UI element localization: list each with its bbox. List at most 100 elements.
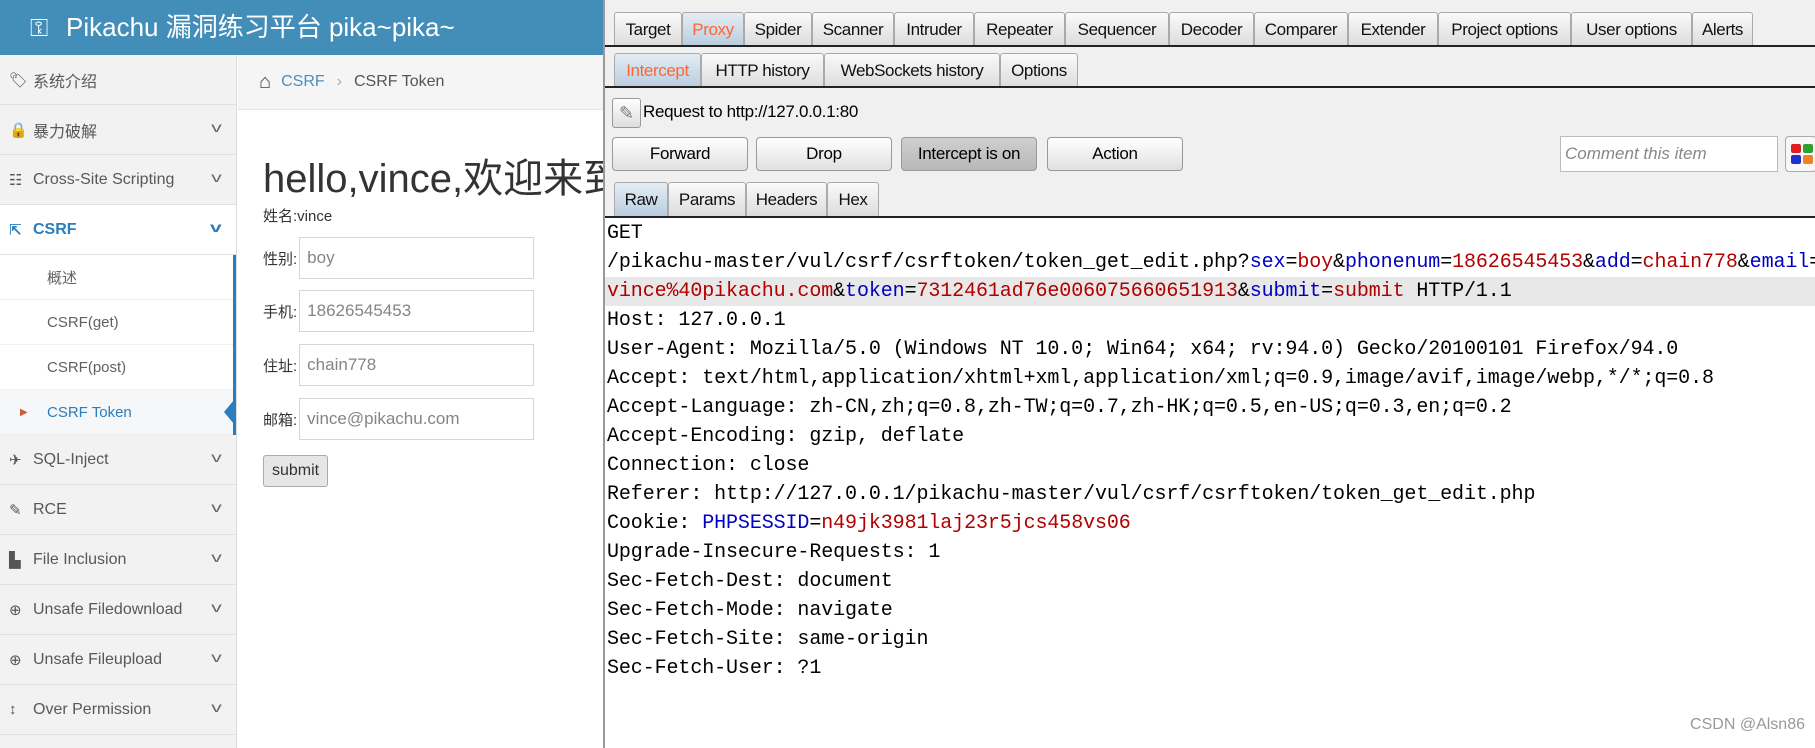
param-value: submit	[1333, 280, 1405, 303]
file-icon: ▙	[9, 551, 21, 569]
home-icon[interactable]: ⌂	[259, 71, 271, 94]
submit-button[interactable]: submit	[263, 455, 328, 487]
request-text: =	[1321, 280, 1334, 303]
sidebar-item-label: SQL-Inject	[33, 450, 109, 468]
email-label: 邮箱:	[263, 411, 298, 429]
submenu-item-csrf-token[interactable]: ▶ CSRF Token	[0, 390, 234, 435]
proxy-subtabs: Intercept HTTP history WebSockets history O…	[614, 53, 1078, 87]
color-blue-icon	[1791, 155, 1801, 164]
tab-intercept[interactable]: Intercept	[614, 53, 701, 87]
request-line: GET	[605, 219, 1815, 248]
list-icon: ☷	[9, 171, 23, 189]
divider	[605, 216, 1815, 218]
request-line: vince%40pikachu.com&token=7312461ad76e00…	[605, 277, 1815, 306]
param-value: 18626545453	[1452, 251, 1584, 274]
tab-options[interactable]: Options	[1000, 53, 1078, 87]
param-name: token	[845, 280, 905, 303]
request-text: &	[833, 280, 846, 303]
sidebar-item-rce[interactable]: ✎ RCE v	[0, 485, 236, 535]
tab-hex[interactable]: Hex	[827, 182, 879, 216]
name-label: 姓名:vince	[263, 208, 333, 225]
submenu-label: CSRF(get)	[47, 313, 119, 331]
tab-http-history[interactable]: HTTP history	[701, 53, 824, 87]
highlight-color-button[interactable]	[1785, 136, 1815, 172]
intercept-toggle-button[interactable]: Intercept is on	[901, 137, 1037, 171]
param-name: add	[1594, 251, 1631, 274]
tab-proxy[interactable]: Proxy	[682, 12, 744, 46]
submenu-label: CSRF(post)	[47, 358, 127, 376]
sidebar-item-csrf[interactable]: ⇱ CSRF v	[0, 205, 236, 255]
message-view-tabs: Raw Params Headers Hex	[614, 182, 879, 216]
address-input[interactable]: chain778	[299, 344, 535, 386]
action-button[interactable]: Action	[1047, 137, 1183, 171]
tab-target[interactable]: Target	[614, 12, 682, 46]
drop-button[interactable]: Drop	[756, 137, 892, 171]
submenu-item-[interactable]: 概述	[0, 255, 233, 300]
request-text: GET	[607, 222, 643, 245]
color-orange-icon	[1803, 155, 1813, 164]
phone-input[interactable]: 18626545453	[299, 290, 535, 332]
request-text: &	[1237, 280, 1250, 303]
tab-websockets-history[interactable]: WebSockets history	[824, 53, 1000, 87]
raw-request-editor[interactable]: GET/pikachu-master/vul/csrf/csrftoken/to…	[605, 219, 1815, 748]
param-value: vince%40pikachu.com	[607, 280, 834, 303]
sidebar-item-cross-site-scripting[interactable]: ☷ Cross-Site Scripting v	[0, 155, 236, 205]
submenu-item-csrf-get[interactable]: CSRF(get)	[0, 300, 233, 345]
sidebar-item-over-permission[interactable]: ↕ Over Permission v	[0, 685, 236, 735]
tab-params[interactable]: Params	[668, 182, 746, 216]
tab-decoder[interactable]: Decoder	[1169, 12, 1254, 46]
tab-project-options[interactable]: Project options	[1438, 12, 1571, 46]
tab-user-options[interactable]: User options	[1571, 12, 1692, 46]
pencil-icon: ✎	[9, 501, 22, 519]
request-text: Accept-Encoding: gzip, deflate	[607, 425, 965, 448]
sidebar-item-unsafe-fileupload[interactable]: ⊕ Unsafe Fileupload v	[0, 635, 236, 685]
app-header: ⚿ Pikachu 漏洞练习平台 pika~pika~	[0, 0, 603, 55]
request-line: Host: 127.0.0.1	[605, 306, 1815, 335]
address-row: 住址: chain778	[263, 344, 535, 386]
sidebar-item-item-1[interactable]: 🔒 暴力破解 v	[0, 105, 236, 155]
upload-icon: ⊕	[9, 651, 22, 669]
request-text: &	[1737, 251, 1750, 274]
tab-spider[interactable]: Spider	[744, 12, 812, 46]
request-text: Host: 127.0.0.1	[607, 309, 786, 332]
tab-comparer[interactable]: Comparer	[1254, 12, 1348, 46]
request-text: Referer: http://127.0.0.1/pikachu-master…	[607, 483, 1536, 506]
request-text: =	[1809, 251, 1815, 274]
request-text: Sec-Fetch-Dest: document	[607, 570, 893, 593]
tab-alerts[interactable]: Alerts	[1692, 12, 1753, 46]
request-line: Cookie: PHPSESSID=n49jk3981laj23r5jcs458…	[605, 509, 1815, 538]
tab-repeater[interactable]: Repeater	[974, 12, 1065, 46]
sex-label: 性别:	[263, 250, 298, 268]
param-name: PHPSESSID	[702, 512, 810, 535]
request-text: Accept: text/html,application/xhtml+xml,…	[607, 367, 1714, 390]
sidebar-item-sql-inject[interactable]: ✈ SQL-Inject v	[0, 435, 236, 485]
breadcrumb-current: CSRF Token	[353, 73, 445, 90]
tab-sequencer[interactable]: Sequencer	[1065, 12, 1169, 46]
sidebar-item-file-inclusion[interactable]: ▙ File Inclusion v	[0, 535, 236, 585]
tab-headers[interactable]: Headers	[746, 182, 827, 216]
breadcrumb-link-csrf[interactable]: CSRF	[281, 73, 325, 91]
sidebar-item-unsafe-filedownload[interactable]: ⊕ Unsafe Filedownload v	[0, 585, 236, 635]
request-line: Sec-Fetch-Site: same-origin	[605, 625, 1815, 654]
chevron-down-icon: v	[210, 219, 222, 235]
phone-row: 手机: 18626545453	[263, 290, 535, 332]
tab-intruder[interactable]: Intruder	[894, 12, 974, 46]
submenu-item-csrf-post[interactable]: CSRF(post)	[0, 345, 233, 390]
email-input[interactable]: vince@pikachu.com	[299, 398, 535, 440]
submenu-label: 概述	[47, 269, 78, 287]
tab-extender[interactable]: Extender	[1348, 12, 1438, 46]
sidebar-item-item-0[interactable]: 🏷 系统介绍	[0, 55, 236, 105]
sidebar: 🏷 系统介绍 🔒 暴力破解 v ☷ Cross-Site Scripting v ⇱ CSRF v 概…	[0, 55, 237, 748]
tab-raw[interactable]: Raw	[614, 182, 668, 216]
edit-pencil-icon[interactable]: ✎	[612, 98, 641, 128]
param-value: boy	[1297, 251, 1334, 274]
request-line: Accept-Encoding: gzip, deflate	[605, 422, 1815, 451]
phone-label: 手机:	[263, 303, 298, 321]
sex-input[interactable]: boy	[299, 237, 535, 279]
comment-input[interactable]: Comment this item	[1560, 136, 1778, 172]
tab-scanner[interactable]: Scanner	[812, 12, 894, 46]
chevron-right-icon: ›	[336, 73, 342, 90]
forward-button[interactable]: Forward	[612, 137, 748, 171]
request-text: User-Agent: Mozilla/5.0 (Windows NT 10.0…	[607, 338, 1679, 361]
main-tabs: Target Proxy Spider Scanner Intruder Repeater…	[614, 12, 1753, 46]
